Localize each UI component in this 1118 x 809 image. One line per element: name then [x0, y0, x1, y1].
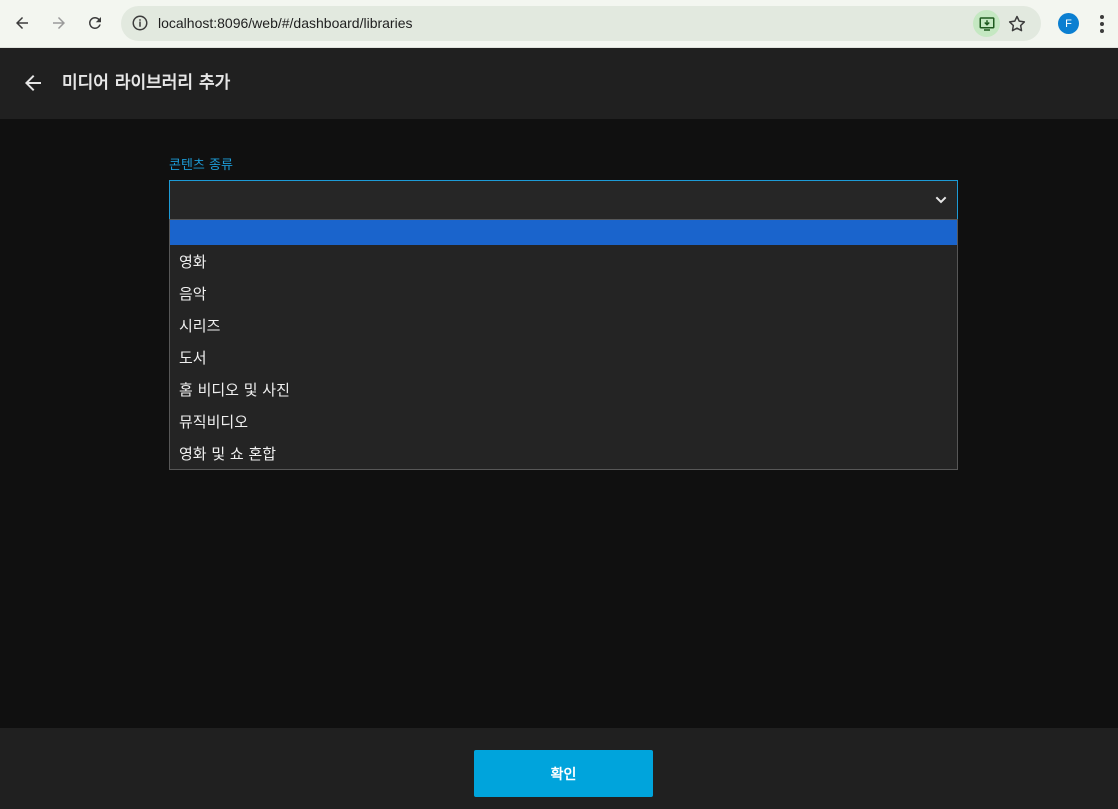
option-home-videos-photos[interactable]: 홈 비디오 및 사진 — [170, 374, 957, 406]
content-type-options: 영화 음악 시리즈 도서 홈 비디오 및 사진 뮤직비디오 영화 및 쇼 혼합 — [169, 219, 958, 470]
content-type-select[interactable] — [169, 180, 958, 220]
more-vert-icon[interactable] — [1092, 13, 1112, 35]
option-music-videos[interactable]: 뮤직비디오 — [170, 406, 957, 438]
option-mixed-movies-shows[interactable]: 영화 및 쇼 혼합 — [170, 438, 957, 470]
option-movies[interactable]: 영화 — [170, 246, 957, 278]
address-bar[interactable]: localhost:8096/web/#/dashboard/libraries — [121, 6, 1041, 41]
content-type-label: 콘텐츠 종류 — [169, 158, 233, 173]
arrow-left-icon — [16, 17, 28, 29]
option-empty[interactable] — [170, 220, 957, 245]
arrow-right-icon — [53, 17, 65, 29]
forward-button[interactable] — [47, 11, 71, 35]
back-button[interactable] — [10, 11, 34, 35]
url-text[interactable]: localhost:8096/web/#/dashboard/libraries — [158, 6, 413, 41]
option-books[interactable]: 도서 — [170, 342, 957, 374]
back-arrow-icon[interactable] — [21, 71, 45, 95]
option-music[interactable]: 음악 — [170, 278, 957, 310]
reload-button[interactable] — [83, 11, 107, 35]
profile-avatar[interactable]: F — [1058, 13, 1079, 34]
chevron-down-icon — [935, 196, 947, 204]
confirm-button[interactable]: 확인 — [474, 750, 653, 797]
reload-icon — [88, 16, 101, 29]
install-app-icon[interactable] — [973, 10, 1000, 37]
bookmark-star-icon[interactable] — [1007, 14, 1027, 34]
page-title: 미디어 라이브러리 추가 — [62, 73, 231, 93]
info-icon[interactable] — [131, 14, 149, 32]
option-shows[interactable]: 시리즈 — [170, 310, 957, 342]
footer-bar: 확인 — [0, 728, 1118, 809]
app-header: 미디어 라이브러리 추가 — [0, 48, 1118, 119]
browser-toolbar: localhost:8096/web/#/dashboard/libraries… — [0, 0, 1118, 48]
